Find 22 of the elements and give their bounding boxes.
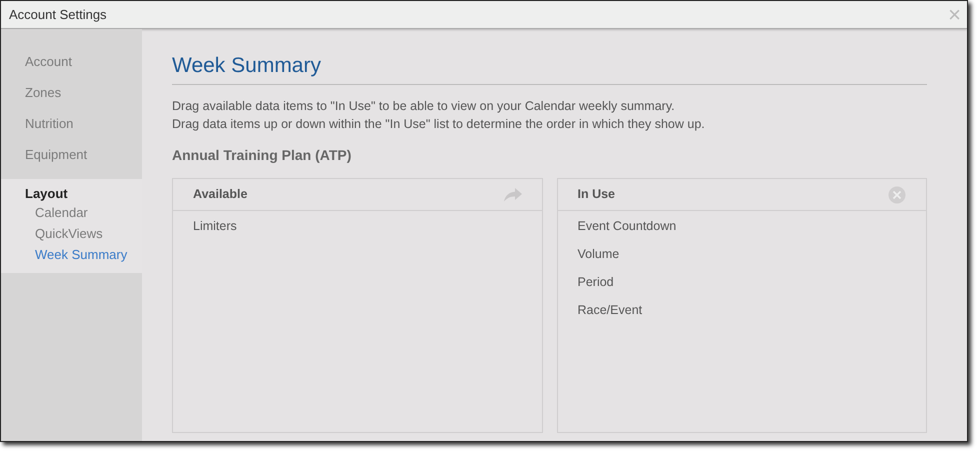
sidebar-subitem[interactable]: QuickViews — [1, 223, 142, 244]
description-text: Drag data items up or down within the "In Use" list to determine the order in which they show up. — [172, 116, 706, 134]
list-item[interactable]: Volume — [558, 239, 926, 268]
forward-arrow-icon[interactable] — [504, 188, 522, 202]
list-item[interactable]: Race/Event — [558, 295, 926, 324]
sidebar-item[interactable]: Equipment — [1, 138, 142, 169]
panel-title: In Use — [578, 186, 616, 204]
sidebar-item[interactable]: Nutrition — [1, 107, 142, 138]
remove-icon[interactable] — [888, 186, 906, 204]
page-title: Week Summary — [172, 53, 927, 86]
sidebar-subitem[interactable]: Week Summary — [1, 244, 142, 265]
sidebar-item[interactable]: Zones — [1, 76, 142, 107]
sidebar-subitem[interactable]: Calendar — [1, 202, 142, 223]
panel-title: Available — [193, 186, 248, 204]
window-title: Account Settings — [9, 6, 107, 24]
sidebar-item[interactable]: Account — [1, 45, 142, 76]
list-item[interactable]: Event Countdown — [558, 211, 926, 240]
list-item[interactable]: Period — [558, 267, 926, 296]
section-title: Annual Training Plan (ATP) — [172, 146, 352, 166]
list-item[interactable]: Limiters — [173, 211, 542, 240]
description-text: Drag available data items to "In Use" to be able to view on your Calendar weekly summary. — [172, 98, 676, 116]
sidebar-item[interactable]: Layout — [1, 185, 142, 202]
